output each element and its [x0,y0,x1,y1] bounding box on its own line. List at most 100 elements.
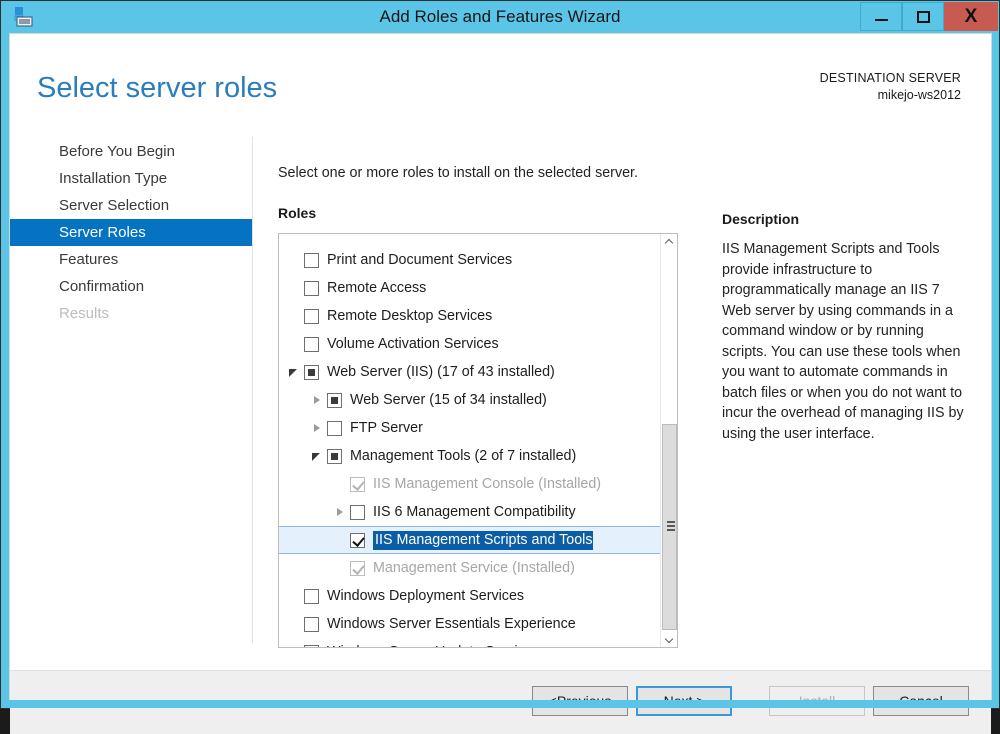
expander-spacer [288,282,301,295]
checkbox-partial[interactable] [304,365,319,380]
checkbox-partial[interactable] [327,449,342,464]
sidebar-item-label: Features [59,251,118,268]
bottom-accent-bar [1,700,999,708]
collapse-triangle-icon[interactable] [311,450,324,463]
checkbox-unchecked[interactable] [304,617,319,632]
role-label: IIS Management Scripts and Tools [373,531,593,550]
sidebar-item-label: Results [59,305,109,322]
role-label: Windows Server Essentials Experience [327,616,576,632]
table-row[interactable]: IIS 6 Management Compatibility [279,498,660,526]
sidebar-item-installation-type[interactable]: Installation Type [10,165,252,192]
page-title: Select server roles [37,72,277,105]
expand-triangle-icon[interactable] [334,506,347,519]
expander-spacer [288,310,301,323]
destination-server-name: mikejo-ws2012 [820,87,961,104]
expander-spacer [288,254,301,267]
role-label: IIS 6 Management Compatibility [373,504,576,520]
roles-tree-scrollbar[interactable] [660,234,677,647]
sidebar-item-before-you-begin[interactable]: Before You Begin [10,138,252,165]
role-label: Volume Activation Services [327,336,499,352]
wizard-nav: Before You BeginInstallation Type Server … [10,138,252,638]
description-body: IIS Management Scripts and Tools provide… [722,239,969,444]
table-row[interactable]: Management Service (Installed) [279,554,660,582]
nav-divider [252,137,253,643]
minimize-icon [875,19,888,21]
table-row[interactable]: Web Server (15 of 34 installed) [279,386,660,414]
maximize-icon [917,11,930,23]
sidebar-item-label: Confirmation [59,278,144,295]
role-label: Management Tools (2 of 7 installed) [350,448,576,464]
client-area: Select server roles DESTINATION SERVER m… [9,33,992,701]
title-bar: Add Roles and Features Wizard X [1,1,999,33]
sidebar-item-features[interactable]: Features [10,246,252,273]
sidebar-item-label: Server Roles [59,224,146,241]
destination-server-block: DESTINATION SERVER mikejo-ws2012 [820,70,961,104]
table-row[interactable]: Remote Access [279,274,660,302]
table-row[interactable]: IIS Management Console (Installed) [279,470,660,498]
checkbox-unchecked[interactable] [304,309,319,324]
table-row[interactable]: Windows Server Update Services [279,638,660,647]
expander-spacer [288,646,301,648]
maximize-button[interactable] [902,2,944,31]
expander-spacer [288,338,301,351]
role-label: Windows Deployment Services [327,588,524,604]
close-button[interactable]: X [944,2,998,31]
table-row[interactable]: Web Server (IIS) (17 of 43 installed) [279,358,660,386]
role-label: Remote Access [327,280,426,296]
chevron-down-icon [666,635,673,642]
table-row[interactable]: Windows Deployment Services [279,582,660,610]
close-icon: X [965,7,978,26]
roles-tree[interactable]: Print and Document Services Remote Access… [278,233,678,648]
table-row[interactable]: Management Tools (2 of 7 installed) [279,442,660,470]
minimize-button[interactable] [860,2,902,31]
destination-server-label: DESTINATION SERVER [820,70,961,87]
sidebar-item-label: Server Selection [59,197,169,214]
checkbox-unchecked[interactable] [304,253,319,268]
role-label: Print and Document Services [327,252,512,268]
role-label: Web Server (15 of 34 installed) [350,392,547,408]
window-title: Add Roles and Features Wizard [1,1,999,33]
table-row[interactable]: Windows Server Essentials Experience [279,610,660,638]
checkbox-partial[interactable] [327,393,342,408]
sidebar-item-server-roles[interactable]: Server Roles [10,219,252,246]
checkbox-installed [350,477,365,492]
role-label: Management Service (Installed) [373,560,575,576]
checkbox-installed [350,561,365,576]
roles-label: Roles [278,205,316,221]
expand-triangle-icon[interactable] [311,422,324,435]
sidebar-item-server-selection[interactable]: Server Selection [10,192,252,219]
role-label: Web Server (IIS) (17 of 43 installed) [327,364,555,380]
role-label: Windows Server Update Services [327,644,540,647]
scroll-grip-icon [667,521,675,531]
table-row[interactable]: Print and Document Services [279,246,660,274]
checkbox-unchecked[interactable] [304,589,319,604]
scroll-up-button[interactable] [661,234,678,251]
role-label: IIS Management Console (Installed) [373,476,601,492]
sidebar-item-results: Results [10,300,252,327]
sidebar-item-confirmation[interactable]: Confirmation [10,273,252,300]
table-row[interactable]: IIS Management Scripts and Tools [279,526,660,554]
wizard-window: Add Roles and Features Wizard X Select s… [0,0,1000,709]
table-row[interactable]: FTP Server [279,414,660,442]
table-row[interactable]: Volume Activation Services [279,330,660,358]
checkbox-checked[interactable] [350,533,365,548]
scrollbar-thumb[interactable] [662,424,677,630]
checkbox-unchecked[interactable] [350,505,365,520]
checkbox-unchecked[interactable] [304,281,319,296]
collapse-triangle-icon[interactable] [288,366,301,379]
description-title: Description [722,211,799,227]
scroll-down-button[interactable] [661,630,678,647]
expander-spacer [288,590,301,603]
expander-spacer [334,534,347,547]
expander-spacer [334,478,347,491]
role-label: FTP Server [350,420,423,436]
instruction-text: Select one or more roles to install on t… [278,165,638,181]
checkbox-unchecked[interactable] [304,645,319,648]
chevron-up-icon [666,239,673,246]
table-row-clipped[interactable] [279,234,660,246]
expand-triangle-icon[interactable] [311,394,324,407]
table-row[interactable]: Remote Desktop Services [279,302,660,330]
checkbox-unchecked[interactable] [327,421,342,436]
checkbox-unchecked[interactable] [304,337,319,352]
expander-spacer [334,562,347,575]
